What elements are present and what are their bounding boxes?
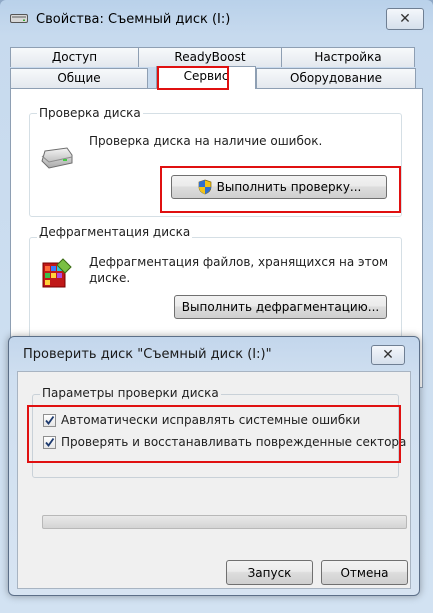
dialog-panel: Параметры проверки диска Автоматически и… bbox=[17, 371, 411, 589]
run-defrag-label: Выполнить дефрагментацию... bbox=[181, 300, 380, 314]
window-title: Свойства: Съемный диск (I:) bbox=[36, 12, 231, 27]
cancel-button[interactable]: Отмена bbox=[321, 560, 408, 585]
check-disk-description: Проверка диска на наличие ошибок. bbox=[89, 134, 323, 148]
start-button-label: Запуск bbox=[247, 565, 292, 580]
tab-settings[interactable]: Настройка bbox=[281, 47, 415, 67]
dialog-close-button[interactable]: ✕ bbox=[371, 345, 405, 365]
close-icon: ✕ bbox=[382, 347, 394, 363]
close-button[interactable]: ✕ bbox=[386, 8, 424, 30]
defrag-description-line2: диске. bbox=[89, 271, 131, 285]
check-disk-group-title: Проверка диска bbox=[37, 106, 143, 120]
shield-icon bbox=[198, 179, 211, 195]
tab-access[interactable]: Доступ bbox=[10, 47, 139, 67]
tab-service[interactable]: Сервис bbox=[156, 66, 256, 89]
scan-sectors-checkbox[interactable] bbox=[43, 436, 56, 449]
checkmark-icon bbox=[45, 415, 55, 425]
check-options-group-title: Параметры проверки диска bbox=[40, 386, 221, 400]
run-check-label: Выполнить проверку... bbox=[216, 180, 362, 194]
check-disk-dialog: Проверить диск "Съемный диск (I:)" ✕ Пар… bbox=[8, 336, 420, 596]
defrag-description-line1: Дефрагментация файлов, хранящихся на это… bbox=[89, 255, 388, 269]
auto-fix-label[interactable]: Автоматически исправлять системные ошибк… bbox=[61, 413, 360, 427]
tab-readyboost[interactable]: ReadyBoost bbox=[138, 47, 282, 67]
removable-drive-icon bbox=[10, 14, 28, 23]
checkmark-icon bbox=[45, 437, 55, 447]
check-progress-bar bbox=[42, 515, 407, 529]
close-icon: ✕ bbox=[399, 11, 411, 27]
auto-fix-checkbox[interactable] bbox=[43, 414, 56, 427]
check-disk-group bbox=[29, 113, 402, 217]
drive-icon bbox=[41, 147, 73, 169]
defrag-group-title: Дефрагментация диска bbox=[37, 225, 193, 239]
tab-hardware[interactable]: Оборудование bbox=[256, 68, 416, 88]
run-check-button[interactable]: Выполнить проверку... bbox=[171, 175, 387, 199]
tab-general[interactable]: Общие bbox=[10, 68, 148, 88]
run-defrag-button[interactable]: Выполнить дефрагментацию... bbox=[174, 295, 387, 319]
dialog-title: Проверить диск "Съемный диск (I:)" bbox=[23, 347, 272, 362]
defrag-icon bbox=[42, 258, 72, 288]
cancel-button-label: Отмена bbox=[340, 565, 389, 580]
scan-sectors-label[interactable]: Проверять и восстанавливать поврежденные… bbox=[61, 435, 406, 449]
start-button[interactable]: Запуск bbox=[226, 560, 313, 585]
